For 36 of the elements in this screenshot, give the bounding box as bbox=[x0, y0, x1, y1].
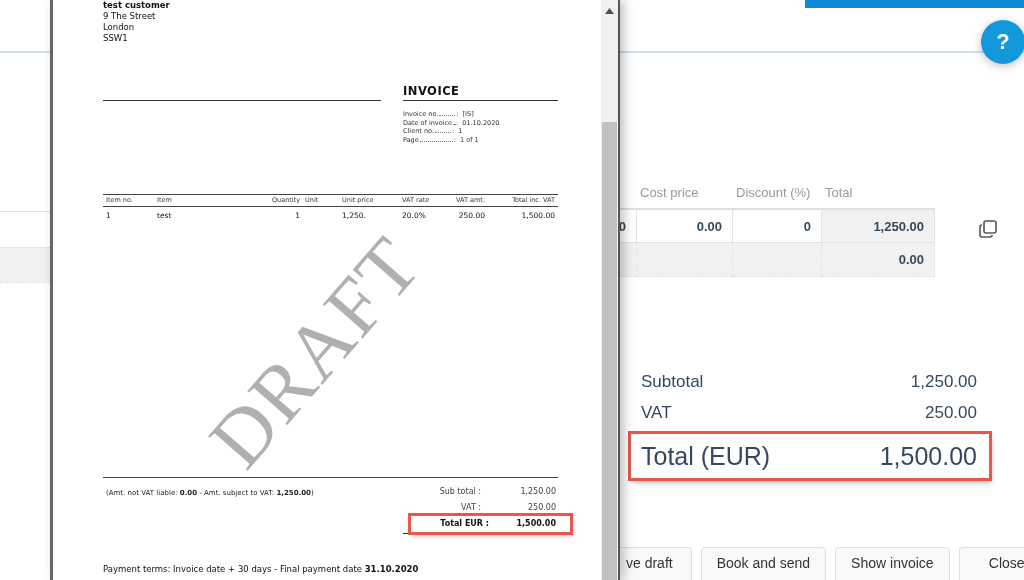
scroll-up-icon[interactable] bbox=[605, 8, 614, 14]
action-button[interactable]: Book and send bbox=[700, 547, 827, 580]
payment-terms: Payment terms: Invoice date + 30 days - Final payment date 31.10.2020 bbox=[103, 564, 420, 574]
summary-value: 1,250.00 bbox=[910, 371, 977, 393]
copy-icon[interactable] bbox=[979, 220, 997, 238]
summary-value: 1,500.00 bbox=[879, 441, 977, 472]
summary-label: VAT bbox=[641, 402, 672, 424]
address-line: SSW1 bbox=[103, 33, 129, 44]
action-button[interactable]: Show invoice bbox=[835, 547, 950, 580]
summary-value: 250.00 bbox=[925, 402, 977, 424]
customer-name: test customer bbox=[103, 0, 171, 11]
action-button[interactable]: ve draft bbox=[620, 547, 692, 580]
table-row bbox=[0, 248, 50, 283]
total-label: Total EUR : bbox=[439, 518, 489, 530]
table-cell[interactable]: 0.00 bbox=[637, 208, 733, 243]
table-cell[interactable]: 0 bbox=[620, 208, 637, 243]
total-label: VAT : bbox=[460, 502, 481, 514]
scrollbar[interactable] bbox=[601, 0, 620, 580]
address-line: London bbox=[103, 22, 136, 33]
summary-label: Total (EUR) bbox=[641, 441, 771, 472]
scroll-thumb[interactable] bbox=[602, 122, 617, 580]
table-cell: 0.00 bbox=[822, 243, 935, 277]
column-header: Discount (%) bbox=[735, 184, 812, 202]
total-value: 1,250.00 bbox=[519, 486, 557, 498]
table-cell bbox=[620, 243, 637, 277]
summary-label: Subtotal bbox=[641, 371, 704, 393]
table-cell[interactable]: 0 bbox=[733, 208, 822, 243]
column-header: Total bbox=[824, 184, 854, 202]
table-cell: 1,250.00 bbox=[822, 208, 935, 243]
invoice-title: INVOICE bbox=[403, 83, 461, 100]
action-button[interactable]: Close bbox=[958, 547, 1024, 580]
total-value: 250.00 bbox=[527, 502, 557, 514]
total-label: Sub total : bbox=[438, 486, 481, 498]
total-value: 1,500.00 bbox=[515, 518, 557, 530]
column-header: Cost price bbox=[639, 184, 700, 202]
address-line: 9 The Street bbox=[103, 11, 157, 22]
